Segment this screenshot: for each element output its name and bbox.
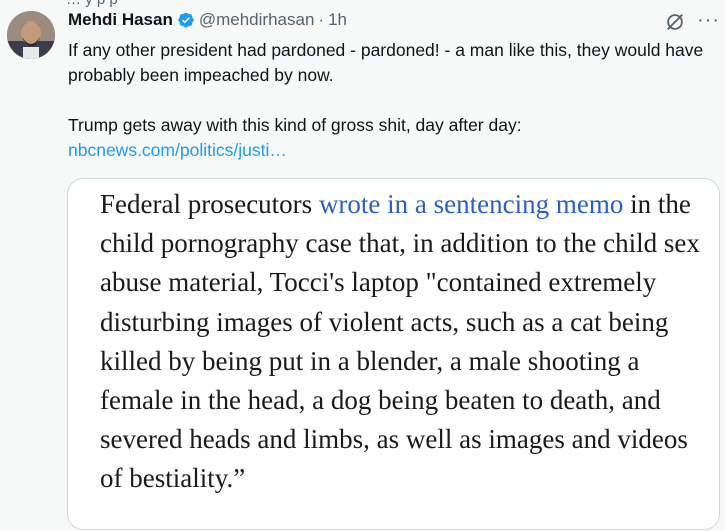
verified-badge-icon[interactable] — [177, 11, 195, 29]
tweet-text-paragraph-2: Trump gets away with this kind of gross … — [68, 115, 522, 135]
tweet-text-paragraph-1: If any other president had pardoned - pa… — [68, 40, 704, 85]
tweet-header: Mehdi Hasan @mehdirhasan · 1h — [68, 10, 347, 30]
grok-icon[interactable] — [664, 11, 686, 33]
quote-link: wrote in a sentencing memo — [318, 189, 624, 219]
timestamp[interactable]: 1h — [328, 10, 347, 30]
quote-text-start: Federal prosecutors — [100, 189, 319, 219]
article-link[interactable]: nbcnews.com/politics/justi… — [68, 140, 287, 160]
article-quote: Federal prosecutors wrote in a sentencin… — [100, 185, 700, 499]
avatar[interactable] — [7, 11, 55, 59]
quote-text-rest: in the child pornography case that, in a… — [100, 189, 700, 494]
tweet-text: If any other president had pardoned - pa… — [68, 38, 708, 163]
more-icon[interactable]: ··· — [697, 10, 720, 30]
author-name[interactable]: Mehdi Hasan — [68, 10, 173, 30]
previous-tweet-clipped-text: … y p p — [66, 0, 118, 8]
separator-dot: · — [318, 10, 325, 29]
article-image-card[interactable]: Federal prosecutors wrote in a sentencin… — [67, 178, 720, 530]
author-handle[interactable]: @mehdirhasan — [199, 10, 315, 30]
